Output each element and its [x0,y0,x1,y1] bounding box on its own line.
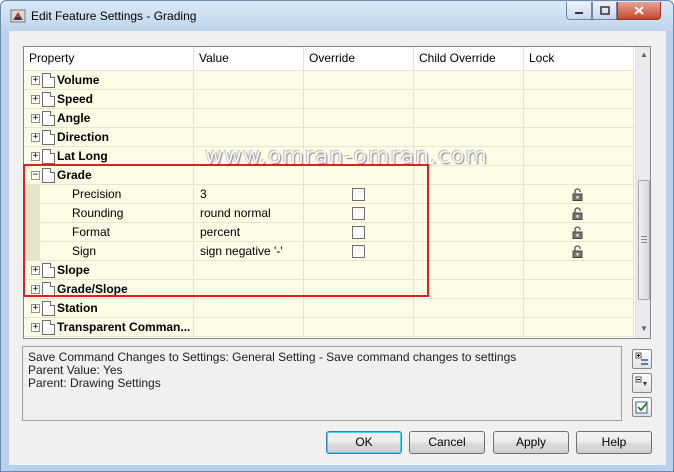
column-header-override[interactable]: Override [304,47,414,71]
expand-icon[interactable]: + [31,323,40,332]
dialog-window: Edit Feature Settings - Grading Property… [0,0,674,472]
ok-button[interactable]: OK [326,431,402,454]
category-label: Transparent Comman... [57,320,191,334]
cancel-button[interactable]: Cancel [409,431,485,454]
unlocked-padlock-icon[interactable] [572,207,583,220]
unlocked-padlock-icon[interactable] [572,188,583,201]
expand-all-button[interactable] [632,349,652,369]
column-header-child-override[interactable]: Child Override [414,47,524,71]
category-label: Lat Long [57,149,108,163]
column-header-value[interactable]: Value [194,47,304,71]
minimize-button[interactable] [566,2,592,20]
document-icon [42,92,55,107]
scrollbar-thumb[interactable] [638,180,650,300]
grid-header: Property Value Override Child Override L… [24,47,634,71]
apply-button[interactable]: Apply [493,431,569,454]
scroll-up-arrow-icon[interactable]: ▲ [638,49,650,61]
maximize-button[interactable] [592,2,617,20]
window-title: Edit Feature Settings - Grading [31,9,197,23]
civil3d-app-icon [10,9,26,23]
maximize-icon [599,6,610,15]
close-button[interactable] [617,2,661,20]
category-row-speed[interactable]: + Speed [24,90,634,109]
help-button[interactable]: Help [576,431,652,454]
category-label: Volume [57,73,100,87]
document-icon [42,111,55,126]
document-icon [42,130,55,145]
minimize-icon [575,11,583,14]
category-row-angle[interactable]: + Angle [24,109,634,128]
grip-icon [641,236,647,243]
expand-icon[interactable]: + [31,304,40,313]
expand-icon[interactable]: + [31,133,40,142]
expand-all-icon [635,352,648,365]
title-bar[interactable]: Edit Feature Settings - Grading [1,1,673,31]
expand-icon[interactable]: + [31,95,40,104]
collapse-all-icon [635,376,647,386]
expand-icon[interactable]: + [31,152,40,161]
category-label: Station [57,301,98,315]
expand-icon[interactable]: + [31,76,40,85]
check-settings-button[interactable] [632,397,652,417]
category-row-volume[interactable]: + Volume [24,71,634,90]
category-row-station[interactable]: + Station [24,299,634,318]
description-line: Parent: Drawing Settings [28,376,161,390]
category-label: Speed [57,92,94,106]
collapse-all-button[interactable] [632,373,652,393]
check-settings-icon [635,401,648,414]
red-highlight-box [23,164,429,297]
category-row-transparent-commands[interactable]: + Transparent Comman... [24,318,634,337]
unlocked-padlock-icon[interactable] [572,226,583,239]
category-label: Angle [57,111,91,125]
description-panel: Save Command Changes to Settings: Genera… [22,346,622,421]
column-header-property[interactable]: Property [24,47,194,71]
expand-icon[interactable]: + [31,114,40,123]
document-icon [42,301,55,316]
close-icon [634,6,644,15]
column-header-lock[interactable]: Lock [524,47,634,71]
category-label: Direction [57,130,110,144]
vertical-scrollbar[interactable]: ▲ ▼ [635,47,650,338]
unlocked-padlock-icon[interactable] [572,245,583,258]
scroll-down-arrow-icon[interactable]: ▼ [638,323,650,335]
document-icon [42,73,55,88]
document-icon [42,149,55,164]
document-icon [42,320,55,335]
